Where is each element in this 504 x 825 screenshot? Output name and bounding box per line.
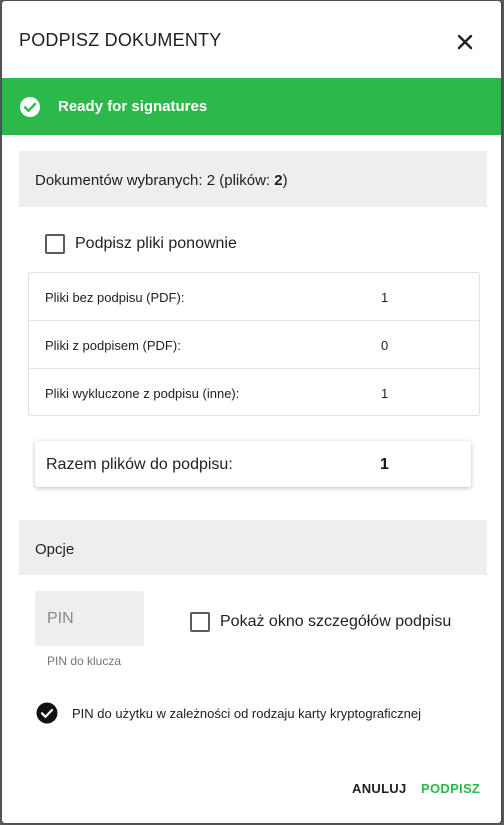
stats-label: Pliki z podpisem (PDF):	[45, 338, 181, 353]
status-text: Ready for signatures	[58, 98, 208, 115]
close-button[interactable]	[452, 29, 478, 55]
pin-info-text: PIN do użytku w zależności od rodzaju ka…	[72, 705, 421, 721]
stats-value: 1	[381, 386, 389, 401]
check-circle-icon	[36, 702, 58, 724]
total-label: Razem plików do podpisu:	[46, 456, 233, 473]
pin-field[interactable]	[35, 591, 144, 646]
stats-label: Pliki bez podpisu (PDF):	[45, 290, 185, 305]
pin-info-row: PIN do użytku w zależności od rodzaju ka…	[36, 702, 421, 724]
dialog-title: PODPISZ DOKUMENTY	[19, 30, 222, 50]
file-stats-table: Pliki bez podpisu (PDF): 1 Pliki z podpi…	[28, 272, 480, 416]
stats-value: 1	[381, 290, 389, 305]
table-row: Pliki bez podpisu (PDF): 1	[29, 273, 479, 321]
dialog-header: PODPISZ DOKUMENTY	[2, 1, 501, 78]
check-circle-icon	[20, 97, 40, 117]
table-row: Pliki wykluczone z podpisu (inne): 1	[29, 369, 479, 417]
close-icon	[457, 34, 473, 50]
show-details-checkbox[interactable]	[190, 612, 210, 632]
options-title: Opcje	[35, 541, 75, 558]
options-header: Opcje	[19, 520, 487, 575]
dialog-actions: ANULUJ PODPISZ	[2, 781, 501, 801]
status-banner: Ready for signatures	[2, 78, 501, 135]
show-details-checkbox-row[interactable]: Pokaż okno szczegółów podpisu	[190, 612, 451, 632]
sign-documents-dialog: PODPISZ DOKUMENTY Ready for signatures D…	[2, 1, 501, 823]
total-files-card: Razem plików do podpisu: 1	[35, 441, 471, 487]
stats-value: 0	[381, 338, 389, 353]
sign-button[interactable]: PODPISZ	[421, 781, 480, 796]
table-row: Pliki z podpisem (PDF): 0	[29, 321, 479, 369]
documents-count-suffix: )	[282, 172, 288, 189]
resign-files-checkbox-row[interactable]: Podpisz pliki ponownie	[45, 234, 237, 254]
pin-input[interactable]	[35, 591, 144, 646]
resign-files-label: Podpisz pliki ponownie	[75, 235, 237, 252]
pin-hint: PIN do klucza	[47, 654, 122, 668]
documents-count-text: Dokumentów wybranych: 2 (plików:	[35, 172, 275, 189]
documents-summary-header: Dokumentów wybranych: 2 (plików: 2)	[19, 151, 487, 207]
show-details-label: Pokaż okno szczegółów podpisu	[220, 613, 452, 630]
files-count: 2	[274, 172, 283, 189]
stats-label: Pliki wykluczone z podpisu (inne):	[45, 386, 240, 401]
total-value: 1	[380, 456, 389, 473]
resign-files-checkbox[interactable]	[45, 234, 65, 254]
cancel-button[interactable]: ANULUJ	[352, 781, 407, 796]
